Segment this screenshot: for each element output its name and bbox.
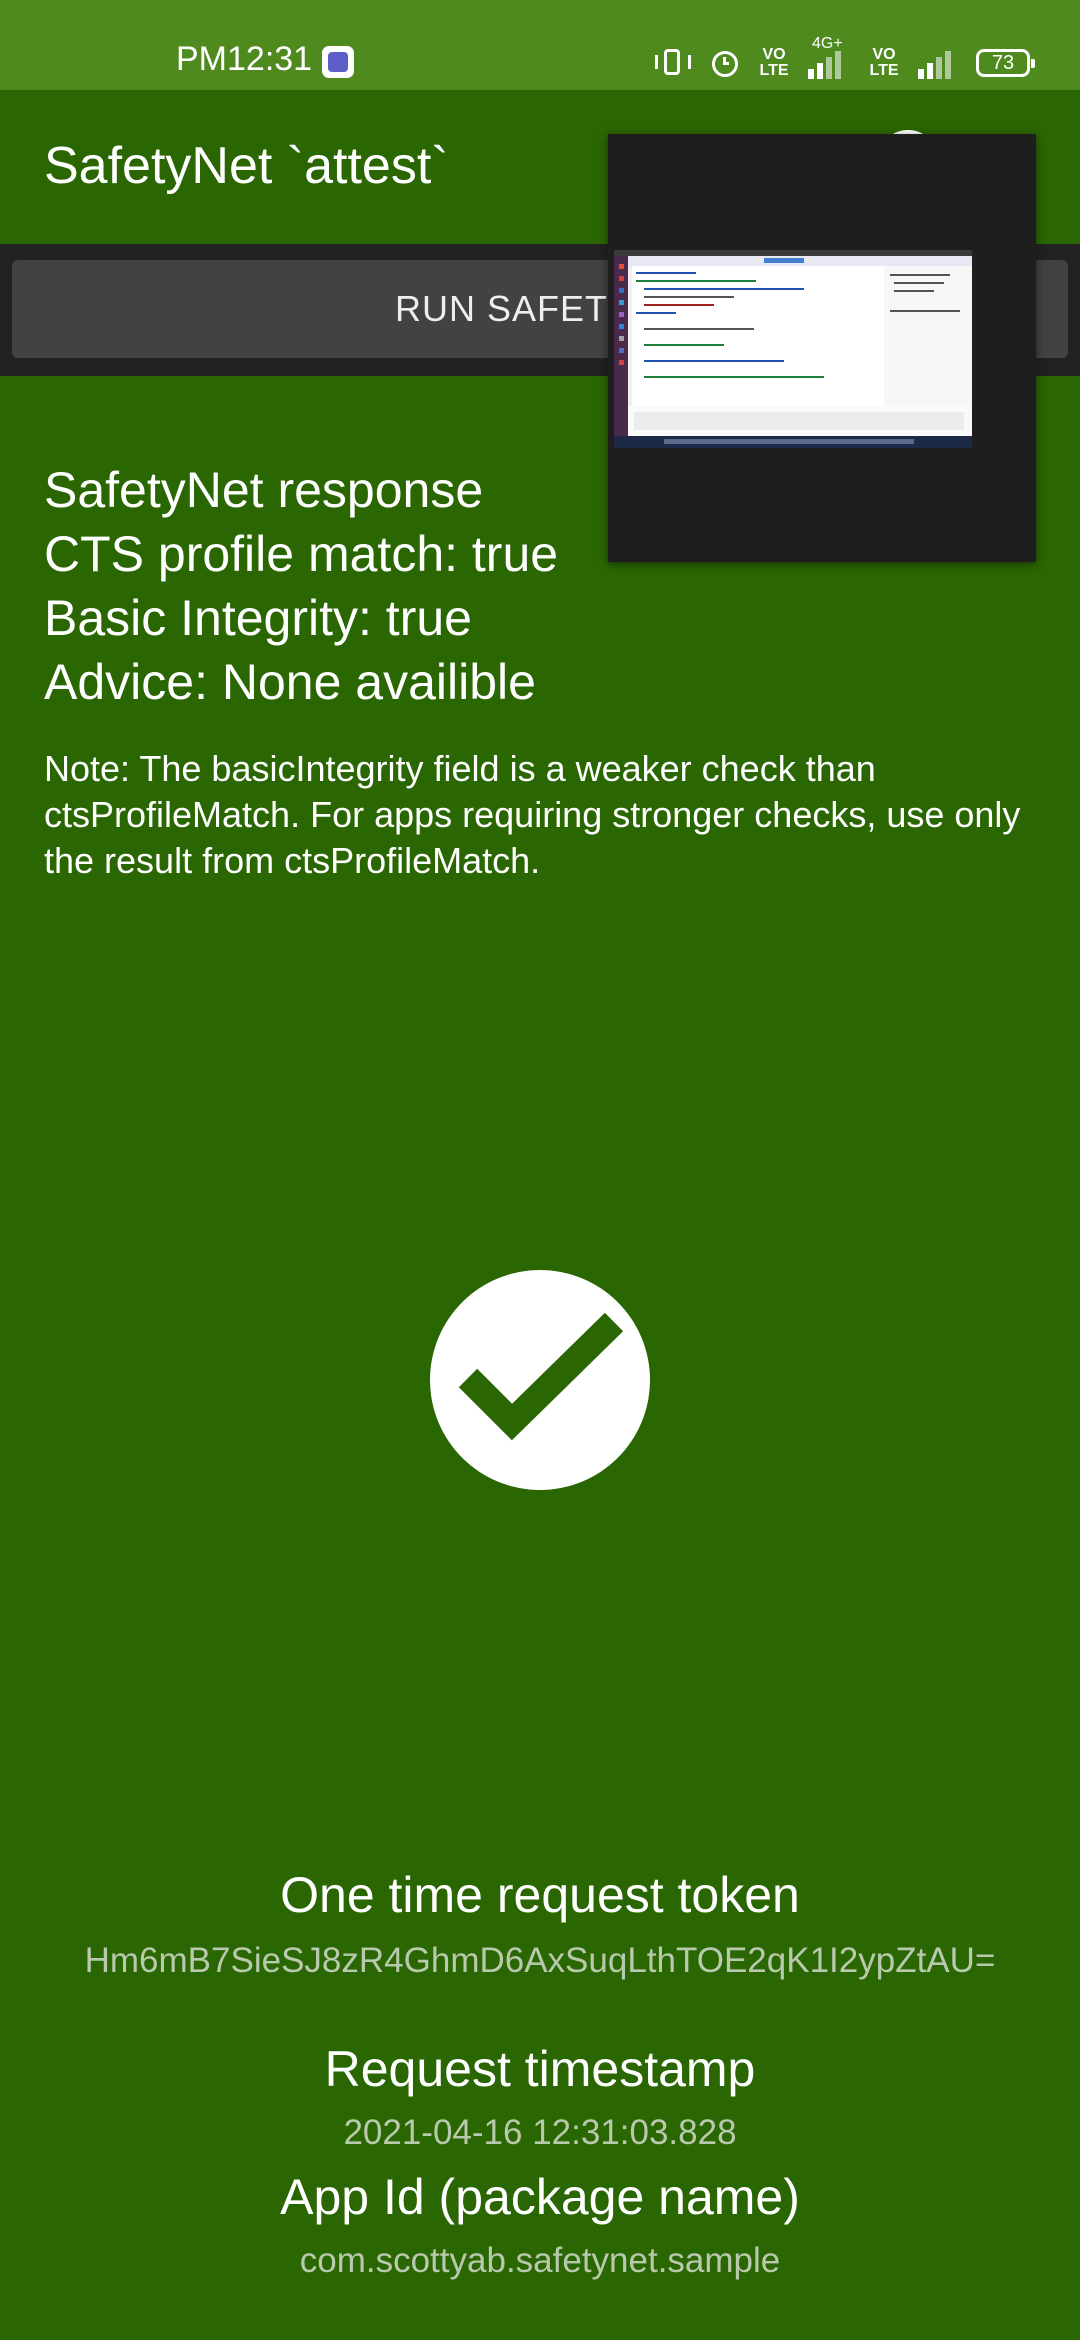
network-type-label: 4G+ bbox=[812, 35, 843, 52]
app-id-value: com.scottyab.safetynet.sample bbox=[299, 2241, 781, 2280]
status-time: PM12:31 bbox=[176, 40, 313, 78]
safetynet-response: SafetyNet response CTS profile match: tr… bbox=[44, 458, 558, 714]
basic-integrity: Basic Integrity: true bbox=[44, 590, 472, 646]
desktop-preview-image bbox=[614, 250, 972, 448]
app-id-label: App Id (package name) bbox=[280, 2169, 800, 2225]
check-circle-icon bbox=[430, 1270, 650, 1490]
cts-profile-match: CTS profile match: true bbox=[44, 526, 559, 582]
timestamp-value: 2021-04-16 12:31:03.828 bbox=[343, 2113, 737, 2152]
response-heading: SafetyNet response bbox=[44, 462, 484, 518]
token-label: One time request token bbox=[280, 1867, 800, 1923]
vibrate-icon bbox=[654, 48, 694, 78]
picture-in-picture-window[interactable] bbox=[608, 134, 1036, 562]
teams-notification-icon bbox=[322, 46, 354, 78]
status-bar: PM12:31 VO LTE 4G+ VO LTE 73 bbox=[0, 0, 1080, 90]
app-title: SafetyNet `attest` bbox=[44, 137, 449, 195]
battery-icon: 73 bbox=[976, 49, 1035, 77]
screen: PM12:31 VO LTE 4G+ VO LTE 73 SafetyNet `… bbox=[0, 0, 1080, 2340]
volte-icon-2: VO LTE bbox=[869, 46, 899, 79]
integrity-note: Note: The basicIntegrity field is a weak… bbox=[44, 748, 1021, 881]
signal-strength-icon: 4G+ bbox=[808, 35, 850, 79]
volte-icon: VO LTE bbox=[759, 46, 789, 79]
token-value: Hm6mB7SieSJ8zR4GhmD6AxSuqLthTOE2qK1I2ypZ… bbox=[84, 1941, 996, 1980]
timestamp-label: Request timestamp bbox=[324, 2041, 756, 2097]
signal-strength-icon-2 bbox=[918, 47, 960, 79]
advice: Advice: None availible bbox=[44, 654, 536, 710]
status-icons: VO LTE 4G+ VO LTE 73 bbox=[654, 35, 1035, 82]
alarm-icon bbox=[710, 48, 740, 78]
